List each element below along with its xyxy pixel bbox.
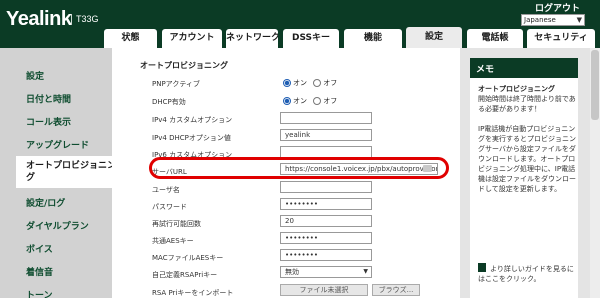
language-select[interactable]: Japanese ▼ xyxy=(521,14,585,26)
browse-button[interactable]: ブラウズ... xyxy=(372,284,420,296)
guide-link[interactable]: より詳しいガイドを見るにはここをクリック。 xyxy=(478,263,578,284)
sidebar-item-config-log[interactable]: 設定/ログ xyxy=(26,196,65,209)
document-icon xyxy=(478,263,486,272)
pnp-on-label: オン xyxy=(293,79,307,87)
dhcp-on-label: オン xyxy=(293,97,307,105)
ipv4-dhcp-option-label: IPv4 DHCPオプション値 xyxy=(152,134,231,142)
memo-paragraph-1: 開始時間は終了時間より前である必要があります！ xyxy=(478,95,576,113)
sidebar-item-voice[interactable]: ボイス xyxy=(26,242,53,255)
highlight-annotation xyxy=(149,157,449,179)
memo-panel: メモ オートプロビジョニング 開始時間は終了時間より前である必要があります！ I… xyxy=(470,58,578,298)
sidebar-item-label: オートプロビジョニング xyxy=(26,161,117,183)
memo-paragraph-2: IP電話機が自動プロビジョニングを実行するとプロビジョニングサーバから設定ファイ… xyxy=(478,125,576,193)
mac-file-aes-key-input[interactable]: •••••••• xyxy=(280,249,372,261)
sidebar-item-upgrade[interactable]: アップグレード xyxy=(26,138,89,151)
top-header: Yealink T33G ログアウト Japanese ▼ 状態 アカウント ネ… xyxy=(0,0,600,48)
sidebar-item-tones[interactable]: トーン xyxy=(26,288,53,298)
common-aes-key-input[interactable]: •••••••• xyxy=(280,232,372,244)
memo-title: オートプロビジョニング xyxy=(478,85,555,93)
dhcp-active-radios: オン オフ xyxy=(283,96,337,106)
file-name-display: ファイル未選択 xyxy=(280,284,368,296)
import-rsa-key-label: RSA Priキーをインポート xyxy=(152,289,234,297)
tab-security[interactable]: セキュリティ xyxy=(527,29,595,48)
password-label: パスワード xyxy=(152,203,187,211)
section-title: オートプロビジョニング xyxy=(140,61,228,70)
chevron-down-icon: ▼ xyxy=(363,268,368,275)
custom-rsa-key-label: 自己定義RSAPriキー xyxy=(152,271,218,279)
sidebar-item-call-display[interactable]: コール表示 xyxy=(26,115,71,128)
sidebar-item-auto-provisioning[interactable]: オートプロビジョニング xyxy=(16,156,122,188)
username-label: ユーザ名 xyxy=(152,186,180,194)
dhcp-off-label: オフ xyxy=(323,97,338,105)
scrollbar-thumb[interactable] xyxy=(591,50,599,120)
tab-settings[interactable]: 設定 xyxy=(406,27,462,48)
tab-status[interactable]: 状態 xyxy=(104,29,157,48)
tab-account[interactable]: アカウント xyxy=(162,29,222,48)
ipv4-custom-option-label: IPv4 カスタムオプション xyxy=(152,116,233,124)
tab-dss-keys[interactable]: DSSキー xyxy=(283,29,339,48)
language-value: Japanese xyxy=(524,16,556,24)
dhcp-active-label: DHCP有効 xyxy=(152,98,186,106)
model-label: T33G xyxy=(71,14,99,24)
pnp-active-radios: オン オフ xyxy=(283,78,337,88)
tab-directory[interactable]: 電話帳 xyxy=(467,29,523,48)
memo-header: メモ xyxy=(470,58,578,78)
retry-count-label: 再試行可能回数 xyxy=(152,220,201,228)
username-input[interactable] xyxy=(280,181,372,193)
sidebar-item-settings[interactable]: 設定 xyxy=(26,69,44,82)
tab-network[interactable]: ネットワーク xyxy=(226,29,278,48)
common-aes-key-label: 共通AESキー xyxy=(152,237,194,245)
dhcp-on-radio[interactable] xyxy=(283,97,291,105)
ipv4-dhcp-option-input[interactable]: yealink xyxy=(280,129,372,141)
password-input[interactable]: •••••••• xyxy=(280,198,372,210)
logout-link[interactable]: ログアウト xyxy=(535,1,580,14)
ipv4-custom-option-input[interactable] xyxy=(280,112,372,124)
guide-link-text: より詳しいガイドを見るにはここをクリック。 xyxy=(478,265,574,283)
pnp-off-label: オフ xyxy=(323,79,338,87)
yealink-logo: Yealink xyxy=(6,8,72,30)
dhcp-off-radio[interactable] xyxy=(313,97,322,105)
custom-rsa-key-select[interactable]: 無効 ▼ xyxy=(280,266,372,278)
mac-file-aes-key-label: MACファイルAESキー xyxy=(152,254,224,262)
chevron-down-icon: ▼ xyxy=(576,16,582,24)
pnp-active-label: PNPアクティブ xyxy=(152,80,200,88)
sidebar-item-dial-plan[interactable]: ダイヤルプラン xyxy=(26,219,89,232)
sidebar-item-date-time[interactable]: 日付と時間 xyxy=(26,92,71,105)
pnp-off-radio[interactable] xyxy=(313,79,322,87)
sidebar-item-ringtone[interactable]: 着信音 xyxy=(26,265,53,278)
app-window: Yealink T33G ログアウト Japanese ▼ 状態 アカウント ネ… xyxy=(0,0,600,298)
pnp-on-radio[interactable] xyxy=(283,79,291,87)
custom-rsa-key-value: 無効 xyxy=(285,268,299,276)
tab-features[interactable]: 機能 xyxy=(344,29,402,48)
retry-count-input[interactable]: 20 xyxy=(280,215,372,227)
